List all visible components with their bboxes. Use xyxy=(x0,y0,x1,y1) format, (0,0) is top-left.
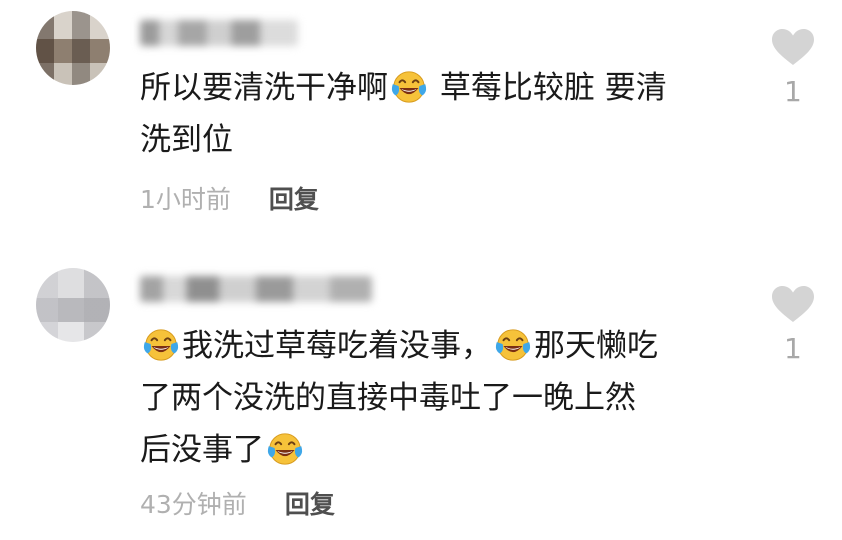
comment-text: 我洗过草莓吃着没事， 那天懒吃 了两个没洗的直接中毒吐了一晚上然 后没事了 xyxy=(140,320,658,476)
avatar[interactable] xyxy=(36,268,110,342)
comment-line: 后没事了 xyxy=(140,424,658,476)
reply-button[interactable]: 回复 xyxy=(285,490,335,519)
heart-icon[interactable] xyxy=(770,284,816,324)
tears-of-joy-emoji-icon xyxy=(494,326,532,364)
tears-of-joy-emoji-icon xyxy=(142,326,180,364)
timestamp: 43分钟前 xyxy=(140,490,247,519)
comment-text-segment: 后没事了 xyxy=(140,432,264,468)
comment-meta: 43分钟前 回复 xyxy=(140,490,335,520)
comment-text-segment: 那天懒吃 xyxy=(534,328,658,364)
tears-of-joy-emoji-icon xyxy=(266,430,304,468)
comment-line: 了两个没洗的直接中毒吐了一晚上然 xyxy=(140,380,636,416)
comment-item: 我洗过草莓吃着没事， 那天懒吃 了两个没洗的直接中毒吐了一晚上然 后没事了 43分… xyxy=(0,0,842,540)
comment-text-segment: 我洗过草莓吃着没事， xyxy=(182,328,492,364)
like-count: 1 xyxy=(784,332,802,365)
username[interactable] xyxy=(140,276,372,302)
comment-line: 我洗过草莓吃着没事， 那天懒吃 xyxy=(140,320,658,372)
